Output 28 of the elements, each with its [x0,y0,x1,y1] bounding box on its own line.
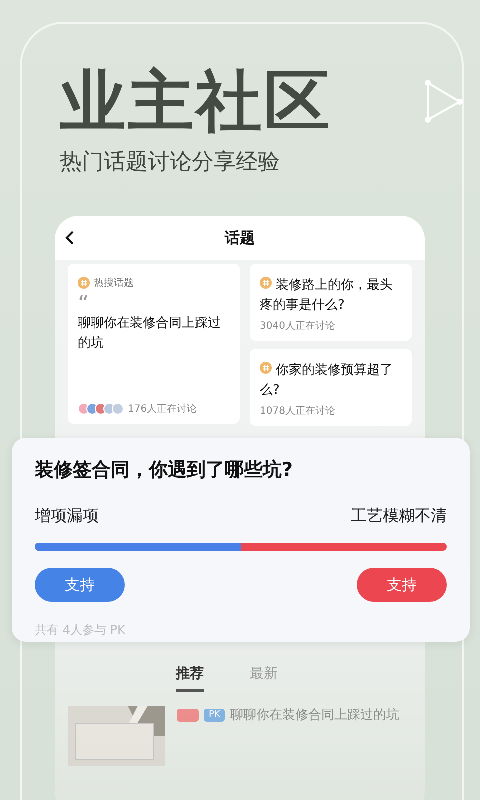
discussion-count: 1078人正在讨论 [260,404,336,418]
support-button[interactable]: 支持 [35,568,125,602]
post-title: PK 聊聊你在装修合同上踩过的坑 [177,706,400,800]
topic-title: 装修路上的你，最头疼的事是什么? [260,276,394,315]
participant-count: 共有 4人参与 PK [35,622,126,639]
subtitle: 热门话题讨论分享经验 [60,149,281,177]
discussion-count: 176人正在讨论 [128,402,198,416]
topic-title: 聊聊你在装修合同上踩过的坑 [78,315,222,353]
triangle-icon [424,80,464,126]
hash-icon [260,277,272,289]
quote-mark: “ [78,296,90,314]
pk-question: 装修签合同，你遇到了哪些坑? [35,458,294,483]
topic-title: 你家的装修预算超了么? [260,361,394,400]
topic-card[interactable]: 装修路上的你，最头疼的事是什么? 3040人正在讨论 [250,264,412,341]
option-label: 增项漏项 [35,506,99,527]
hash-icon [78,277,90,289]
back-icon[interactable] [65,230,75,246]
topic-card[interactable]: 你家的装修预算超了么? 1078人正在讨论 [250,349,412,426]
discussion-count: 3040人正在讨论 [260,320,336,333]
screen-title: 话题 [225,228,255,248]
topic-card[interactable]: 热搜话题 “ 聊聊你在装修合同上踩过的坑 176人正在讨论 [68,264,240,424]
tab[interactable]: 推荐 [176,665,204,692]
hash-icon [260,362,272,374]
avatar-stack [78,403,124,415]
headline: 业主社区 [60,62,332,142]
support-button[interactable]: 支持 [357,568,447,602]
option-label: 工艺模糊不清 [351,506,447,527]
card-tag: 热搜话题 [94,276,134,290]
